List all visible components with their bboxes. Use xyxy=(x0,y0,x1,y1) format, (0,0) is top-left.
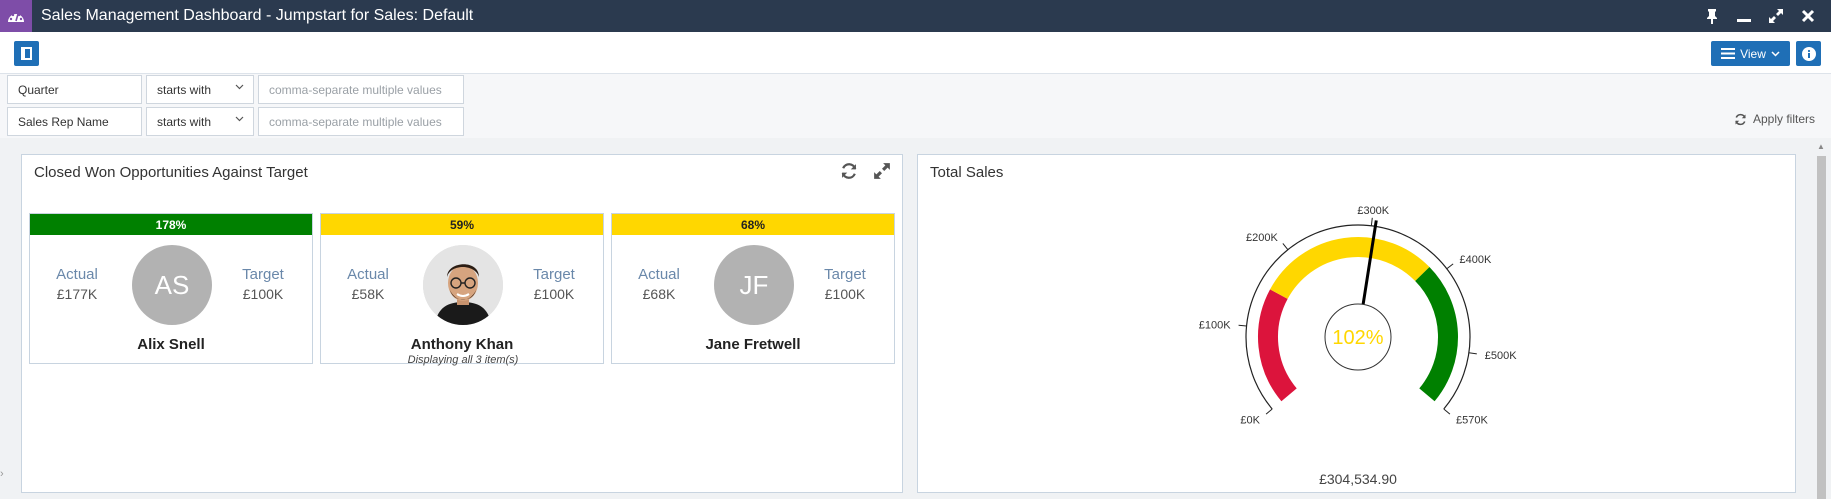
view-button[interactable]: View xyxy=(1711,41,1790,66)
rep-tile-anthony-khan[interactable]: 59% Actual £58K Target £100K Anthony Kha… xyxy=(320,213,604,364)
actual-label: Actual xyxy=(347,266,389,283)
filter-value-quarter[interactable] xyxy=(258,75,464,104)
rep-percent-bar: 178% xyxy=(30,214,312,235)
chevron-down-icon xyxy=(1771,50,1780,57)
displaying-items-text: Displaying all 3 item(s) xyxy=(407,354,519,366)
filter-operator-quarter[interactable]: starts with xyxy=(146,75,254,104)
scroll-up-icon[interactable]: ▲ xyxy=(1816,142,1826,152)
gauge-tick xyxy=(1370,217,1373,226)
refresh-icon xyxy=(1735,113,1746,125)
footer-wrap: Displaying all 3 item(s) xyxy=(22,354,904,366)
gauge-tick-label: £200K xyxy=(1246,232,1278,244)
gauge-percent: 102% xyxy=(1332,327,1383,349)
rep-name: Anthony Khan xyxy=(410,336,514,353)
avatar-initials: AS xyxy=(154,269,190,300)
minimize-icon[interactable] xyxy=(1732,4,1756,28)
target-value: £100K xyxy=(242,286,284,302)
closed-won-title: Closed Won Opportunities Against Target xyxy=(34,164,308,181)
apply-filters-label: Apply filters xyxy=(1753,112,1816,126)
panel-toggle-icon[interactable] xyxy=(14,41,39,66)
target-label: Target xyxy=(242,266,284,283)
refresh-icon[interactable] xyxy=(840,162,858,180)
close-icon[interactable] xyxy=(1796,4,1820,28)
chevron-down-icon xyxy=(235,84,244,90)
total-sales-card: Total Sales £0K £100K £200K £300K £400K £500K… xyxy=(917,154,1796,493)
rep-name: Jane Fretwell xyxy=(705,336,801,353)
actual-value: £177K xyxy=(56,286,98,302)
gauge-tick-label: £300K xyxy=(1357,205,1389,217)
gauge-tick-label: £500K xyxy=(1485,350,1517,362)
view-button-label: View xyxy=(1740,46,1766,61)
apply-filters-button[interactable]: Apply filters xyxy=(1734,112,1815,126)
rep-name: Alix Snell xyxy=(137,336,205,353)
gauge-tick xyxy=(1446,263,1454,270)
avatar-initials: JF xyxy=(739,269,769,300)
gauge-tick-label: £0K xyxy=(1240,414,1260,426)
rep-percent-bar: 59% xyxy=(321,214,603,235)
chevron-down-icon xyxy=(235,116,244,122)
filter-operator-label: starts with xyxy=(157,83,212,97)
closed-won-card: Closed Won Opportunities Against Target … xyxy=(21,154,903,493)
gauge-tick xyxy=(1443,408,1451,415)
actual-label: Actual xyxy=(56,266,98,283)
dashboard-icon xyxy=(0,0,32,32)
scrollbar[interactable]: ▲ xyxy=(1815,142,1827,499)
sidebar-expand-handle[interactable]: › xyxy=(0,468,8,499)
rep-tile-jane-fretwell[interactable]: 68% Actual £68K JF Target £100K Jane Fre… xyxy=(611,213,895,364)
gauge-tick xyxy=(1468,352,1477,355)
gauge-tick-label: £400K xyxy=(1459,254,1491,266)
target-value: £100K xyxy=(824,286,866,302)
actual-value: £68K xyxy=(642,286,676,302)
total-sales-gauge: £0K £100K £200K £300K £400K £500K £570K 102% £… xyxy=(1199,205,1517,487)
target-label: Target xyxy=(824,266,866,283)
gauge-needle xyxy=(1360,220,1378,310)
toolbar: View xyxy=(0,32,1831,74)
filter-bar: Quarter starts with Sales Rep Name start… xyxy=(0,74,1831,138)
filter-operator-label: starts with xyxy=(157,115,212,129)
filter-field-quarter[interactable]: Quarter xyxy=(7,75,142,104)
filter-value-sales-rep-name[interactable] xyxy=(258,107,464,136)
window-titlebar: Sales Management Dashboard - Jumpstart f… xyxy=(0,0,1831,32)
actual-value: £58K xyxy=(351,286,385,302)
gauge-tick-label: £100K xyxy=(1199,319,1231,331)
target-label: Target xyxy=(533,266,575,283)
filter-field-sales-rep-name[interactable]: Sales Rep Name xyxy=(7,107,142,136)
restore-icon[interactable] xyxy=(1764,4,1788,28)
avatar: JF xyxy=(714,245,794,325)
rep-percent: 68% xyxy=(740,217,766,232)
gauge-tick xyxy=(1265,408,1273,415)
gauge-tick xyxy=(1282,243,1289,250)
scrollbar-thumb[interactable] xyxy=(1817,156,1826,499)
gauge-total: £304,534.90 xyxy=(1319,471,1397,487)
rep-percent: 59% xyxy=(449,217,475,232)
dashboard-body: › Closed Won Opportunities Against Targe… xyxy=(0,138,1831,499)
gauge-tick xyxy=(1238,324,1247,327)
filter-operator-sales-rep-name[interactable]: starts with xyxy=(146,107,254,136)
pin-icon[interactable] xyxy=(1700,4,1724,28)
gauge-band-2 xyxy=(1414,267,1458,402)
list-icon xyxy=(1721,48,1736,59)
info-icon[interactable] xyxy=(1796,41,1821,66)
window-title: Sales Management Dashboard - Jumpstart f… xyxy=(41,7,474,24)
avatar-photo xyxy=(423,245,503,325)
avatar: AS xyxy=(132,245,212,325)
actual-label: Actual xyxy=(638,266,680,283)
gauge-band-0 xyxy=(1258,289,1297,402)
rep-percent-bar: 68% xyxy=(612,214,894,235)
target-value: £100K xyxy=(533,286,575,302)
gauge-band-1 xyxy=(1270,237,1430,300)
gauge-tick-label: £570K xyxy=(1456,414,1488,426)
rep-percent: 178% xyxy=(155,217,187,232)
person-photo-icon xyxy=(423,245,503,325)
expand-icon[interactable] xyxy=(873,162,891,180)
rep-tile-alix-snell[interactable]: 178% Actual £177K AS Target £100K Alix S… xyxy=(29,213,313,364)
